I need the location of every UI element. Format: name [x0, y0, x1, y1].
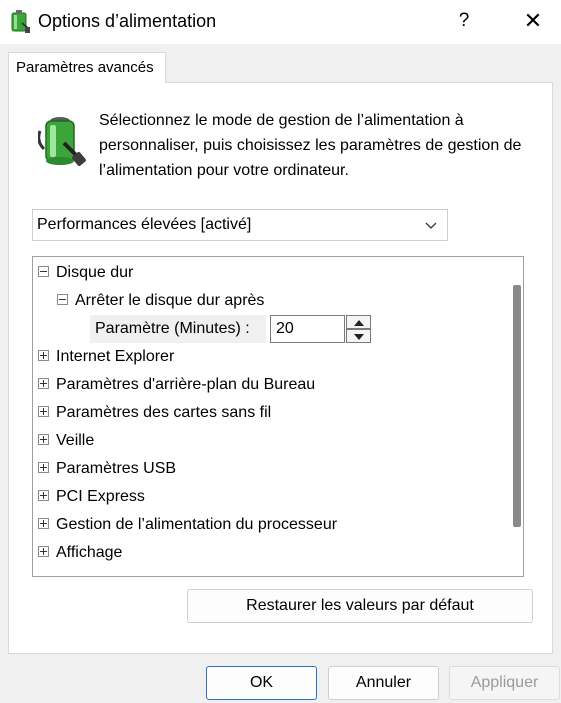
tab-bar: Paramètres avancés: [0, 44, 561, 83]
tree-item-label: Paramètres USB: [56, 460, 177, 477]
power-plan-selected-value: Performances élevées [activé]: [37, 216, 252, 233]
spin-down-button[interactable]: [346, 329, 371, 343]
minutes-input[interactable]: 20: [270, 315, 345, 343]
close-icon: ✕: [523, 8, 543, 33]
setting-row: Paramètre (Minutes) : 20: [90, 315, 410, 343]
expand-icon[interactable]: [38, 489, 49, 501]
battery-plug-icon: [38, 117, 86, 166]
collapse-icon[interactable]: [57, 293, 68, 305]
tree-item-hard-disk[interactable]: Disque dur: [38, 259, 133, 287]
tree-item-display[interactable]: Affichage: [38, 539, 122, 567]
vertical-scrollbar[interactable]: [507, 257, 523, 576]
restore-defaults-button[interactable]: Restaurer les valeurs par défaut: [187, 589, 533, 623]
title-bar: Options d’alimentation ? ✕: [0, 0, 561, 44]
tab-advanced-settings[interactable]: Paramètres avancés: [8, 52, 166, 83]
expand-icon[interactable]: [38, 461, 49, 473]
chevron-down-icon: [425, 222, 437, 229]
spin-up-icon: [354, 320, 364, 326]
expand-icon[interactable]: [38, 405, 49, 417]
apply-button[interactable]: Appliquer: [449, 666, 560, 700]
advanced-settings-panel: Sélectionnez le mode de gestion de l’ali…: [8, 82, 553, 654]
help-icon: ?: [458, 10, 470, 31]
tree-item-label: Paramètres des cartes sans fil: [56, 404, 272, 421]
spin-down-icon: [354, 334, 364, 340]
tree-item-wireless-adapter[interactable]: Paramètres des cartes sans fil: [38, 399, 271, 427]
tree-item-label: Affichage: [56, 544, 123, 561]
battery-plug-icon: [11, 10, 30, 33]
setting-label: Paramètre (Minutes) :: [90, 315, 266, 343]
tree-item-label: PCI Express: [56, 488, 145, 505]
tree-item-pci-express[interactable]: PCI Express: [38, 483, 145, 511]
tree-item-sleep[interactable]: Veille: [38, 427, 94, 455]
description-text: Sélectionnez le mode de gestion de l’ali…: [99, 112, 522, 179]
collapse-icon[interactable]: [38, 265, 49, 277]
expand-icon[interactable]: [38, 517, 49, 529]
tree-item-label: Veille: [56, 432, 95, 449]
cancel-button[interactable]: Annuler: [328, 666, 439, 700]
expand-icon[interactable]: [38, 349, 49, 361]
tree-item-label: Paramètres d'arrière-plan du Bureau: [56, 376, 316, 393]
minutes-stepper[interactable]: [346, 315, 371, 343]
expand-icon[interactable]: [38, 377, 49, 389]
tree-item-turn-off-disk[interactable]: Arrêter le disque dur après: [57, 287, 264, 315]
tree-item-label: Gestion de l’alimentation du processeur: [56, 516, 338, 533]
settings-tree[interactable]: Disque dur Arrêter le disque dur après P…: [32, 256, 524, 577]
tree-item-label: Internet Explorer: [56, 348, 175, 365]
power-plan-select[interactable]: Performances élevées [activé]: [32, 209, 448, 241]
expand-icon[interactable]: [38, 433, 49, 445]
tree-item-internet-explorer[interactable]: Internet Explorer: [38, 343, 174, 371]
window-title: Options d’alimentation: [38, 11, 217, 31]
help-button[interactable]: ?: [444, 0, 484, 44]
tree-item-processor[interactable]: Gestion de l’alimentation du processeur: [38, 511, 337, 539]
tree-item-label: Arrêter le disque dur après: [75, 292, 265, 309]
scrollbar-thumb[interactable]: [513, 285, 521, 527]
ok-button[interactable]: OK: [206, 666, 317, 700]
tree-item-desktop-background[interactable]: Paramètres d'arrière-plan du Bureau: [38, 371, 315, 399]
expand-icon[interactable]: [38, 545, 49, 557]
close-button[interactable]: ✕: [510, 0, 556, 44]
spin-up-button[interactable]: [346, 315, 371, 329]
tree-item-usb[interactable]: Paramètres USB: [38, 455, 176, 483]
tree-item-label: Disque dur: [56, 264, 134, 281]
